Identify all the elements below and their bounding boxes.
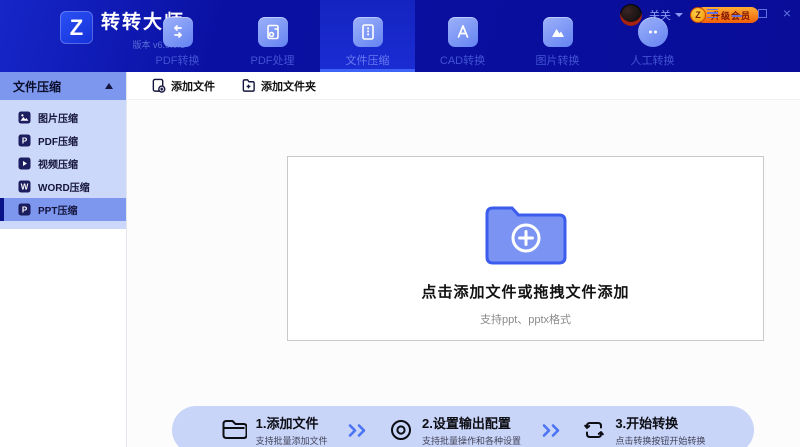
username-label: 关关 [649,7,671,23]
tab-file-compress[interactable]: 文件压缩 [320,0,415,72]
add-folder-button[interactable]: 添加文件夹 [241,78,316,94]
cad-convert-icon [448,17,478,47]
add-folder-label: 添加文件夹 [261,78,316,94]
sidebar-item-label: PDF压缩 [38,133,78,148]
collapse-arrow-icon [105,83,113,89]
sidebar-item-image-compress[interactable]: 图片压缩 [0,106,126,129]
sidebar-item-label: WORD压缩 [38,179,90,194]
toolbar: 添加文件 添加文件夹 [128,72,800,100]
pdf-process-icon [258,17,288,47]
app-logo-icon: Z [60,11,93,44]
sidebar-item-ppt-compress[interactable]: P PPT压缩 [0,198,126,221]
start-convert-icon [582,418,606,442]
maximize-icon[interactable] [756,7,768,19]
svg-text:W: W [21,182,29,191]
dropzone-title: 点击添加文件或拖拽文件添加 [421,281,629,302]
tab-image-convert[interactable]: 图片转换 [510,0,605,72]
sidebar-item-label: 图片压缩 [38,110,78,125]
sidebar-group-label: 文件压缩 [13,78,105,95]
step-start-convert: 3.开始转换 点击转换按钮开始转换 [582,413,705,447]
file-compress-icon [353,17,383,47]
main-nav: PDF转换 PDF处理 文件压缩 CAD转换 图片转换 [130,0,700,72]
menu-icon[interactable] [706,7,718,19]
add-folder-icon [241,78,256,93]
image-convert-icon [543,17,573,47]
word-compress-icon: W [18,180,31,193]
double-chevron-icon [346,423,370,438]
add-file-label: 添加文件 [171,78,215,94]
tab-cad-convert[interactable]: CAD转换 [415,0,510,72]
svg-text:P: P [22,136,28,145]
double-chevron-icon [540,423,564,438]
file-drop-zone[interactable]: 点击添加文件或拖拽文件添加 支持ppt、pptx格式 [287,156,764,341]
add-file-button[interactable]: 添加文件 [151,78,215,94]
minimize-icon[interactable] [731,7,743,19]
upgrade-z-icon: Z [690,7,706,23]
tab-label: PDF转换 [156,52,200,68]
tab-label: PDF处理 [251,52,295,68]
image-compress-icon [18,111,31,124]
output-settings-icon [389,418,413,442]
pdf-convert-icon [163,17,193,47]
sidebar-item-label: 视频压缩 [38,156,78,171]
window-controls: × [706,7,793,19]
close-icon[interactable]: × [781,7,793,19]
step-subtitle: 点击转换按钮开始转换 [615,434,705,447]
tab-label: 人工转换 [631,52,675,68]
chevron-down-icon [675,13,683,17]
svg-text:P: P [22,205,28,214]
step-subtitle: 支持批量操作和各种设置 [422,434,521,447]
title-bar: Z 转转大师 版本 v6.0.0.1 PDF转换 PDF处理 文件压缩 [0,0,800,72]
user-avatar[interactable] [620,4,642,26]
sidebar-item-label: PPT压缩 [38,202,77,217]
pdf-compress-icon: P [18,134,31,147]
ppt-compress-icon: P [18,203,31,216]
dropzone-subtitle: 支持ppt、pptx格式 [480,311,571,327]
sidebar-group-file-compress[interactable]: 文件压缩 [0,72,126,100]
folder-icon [221,419,247,441]
step-title: 3.开始转换 [615,413,705,432]
tab-pdf-convert[interactable]: PDF转换 [130,0,225,72]
tab-label: CAD转换 [440,52,485,68]
sidebar: 文件压缩 图片压缩 P PDF压缩 视频压缩 W WORD压缩 P PPT压缩 [0,72,127,447]
sidebar-item-pdf-compress[interactable]: P PDF压缩 [0,129,126,152]
step-title: 2.设置输出配置 [422,413,521,432]
tab-label: 文件压缩 [346,52,390,68]
step-add-files: 1.添加文件 支持批量添加文件 [221,413,328,447]
sidebar-item-word-compress[interactable]: W WORD压缩 [0,175,126,198]
step-subtitle: 支持批量添加文件 [256,434,328,447]
add-file-icon [151,78,166,93]
sidebar-item-list: 图片压缩 P PDF压缩 视频压缩 W WORD压缩 P PPT压缩 [0,100,126,229]
steps-guide-panel: 1.添加文件 支持批量添加文件 2.设置输出配置 支持批量操作和各种设置 3.开… [172,406,754,447]
add-folder-large-icon [480,201,572,265]
tab-pdf-process[interactable]: PDF处理 [225,0,320,72]
step-output-settings: 2.设置输出配置 支持批量操作和各种设置 [389,413,521,447]
video-compress-icon [18,157,31,170]
username-menu[interactable]: 关关 [649,7,683,23]
step-title: 1.添加文件 [256,413,328,432]
sidebar-item-video-compress[interactable]: 视频压缩 [0,152,126,175]
tab-label: 图片转换 [536,52,580,68]
